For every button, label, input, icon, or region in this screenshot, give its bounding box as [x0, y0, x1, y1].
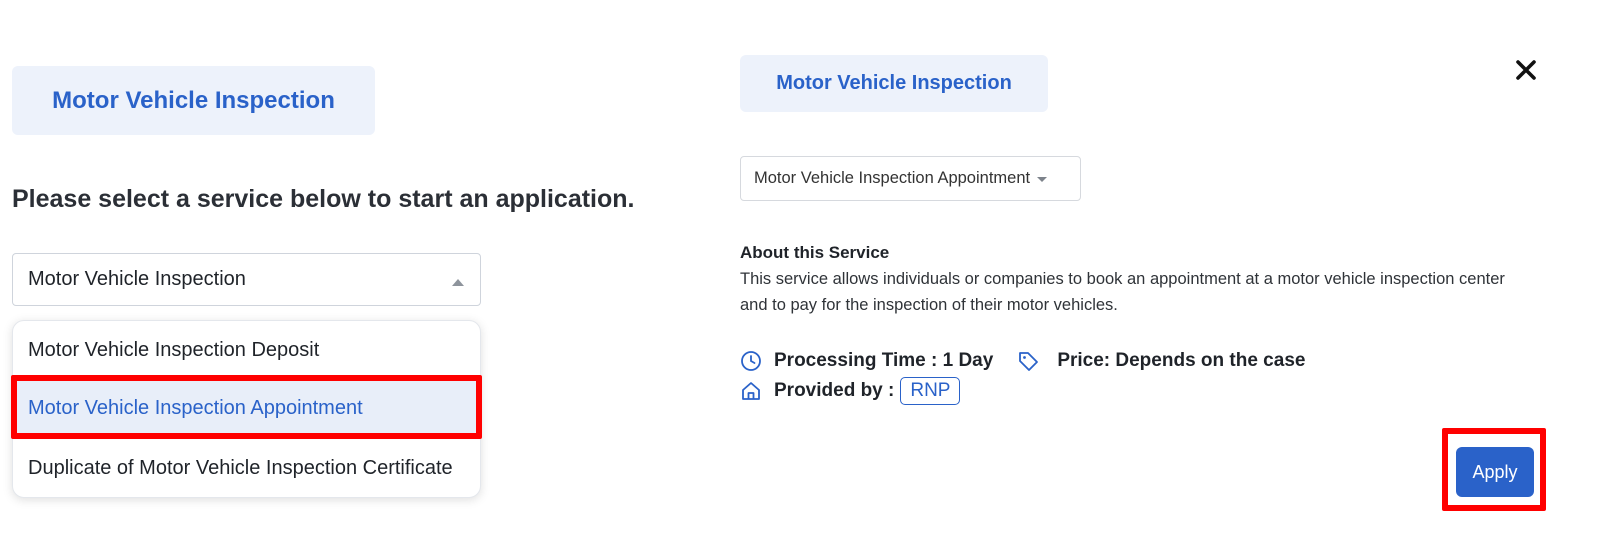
provider-tag: RNP — [900, 377, 961, 405]
dropdown-option-deposit[interactable]: Motor Vehicle Inspection Deposit — [13, 321, 480, 379]
service-category-badge: Motor Vehicle Inspection — [12, 66, 375, 135]
provided-by-label: Provided by : — [774, 380, 895, 401]
price-info: Price: Depends on the case — [1057, 350, 1306, 371]
service-select-value: Motor Vehicle Inspection Appointment — [754, 169, 1031, 187]
about-title: About this Service — [740, 243, 890, 262]
tag-icon — [1019, 352, 1039, 371]
about-description: This service allows individuals or compa… — [740, 270, 1505, 314]
service-dropdown-menu: Motor Vehicle Inspection Deposit Motor V… — [12, 320, 481, 498]
service-detail-badge-label: Motor Vehicle Inspection — [776, 72, 1012, 94]
page-heading: Please select a service below to start a… — [12, 185, 635, 213]
dropdown-option-label: Motor Vehicle Inspection Appointment — [28, 396, 363, 419]
service-meta-row: Processing Time : 1 Day Price: Depends o… — [740, 348, 1305, 374]
dropdown-option-duplicate-certificate[interactable]: Duplicate of Motor Vehicle Inspection Ce… — [13, 439, 480, 497]
service-category-select-value: Motor Vehicle Inspection — [28, 268, 246, 290]
processing-time: Processing Time : 1 Day — [774, 350, 994, 371]
home-icon — [742, 382, 760, 400]
service-detail-badge: Motor Vehicle Inspection — [740, 55, 1048, 112]
service-category-label: Motor Vehicle Inspection — [52, 86, 335, 114]
service-select[interactable]: Motor Vehicle Inspection Appointment — [740, 156, 1081, 201]
close-icon[interactable] — [1513, 57, 1539, 83]
caret-up-icon[interactable] — [452, 279, 464, 286]
clock-icon — [741, 351, 761, 371]
apply-button[interactable]: Apply — [1456, 447, 1534, 497]
provider-row: Provided by : RNP — [740, 377, 961, 405]
caret-down-icon[interactable] — [1037, 177, 1048, 182]
dropdown-option-label: Motor Vehicle Inspection Deposit — [28, 338, 320, 361]
dropdown-option-appointment[interactable]: Motor Vehicle Inspection Appointment — [13, 379, 480, 437]
dropdown-option-label: Duplicate of Motor Vehicle Inspection Ce… — [28, 456, 453, 479]
service-category-select[interactable]: Motor Vehicle Inspection — [12, 253, 481, 306]
